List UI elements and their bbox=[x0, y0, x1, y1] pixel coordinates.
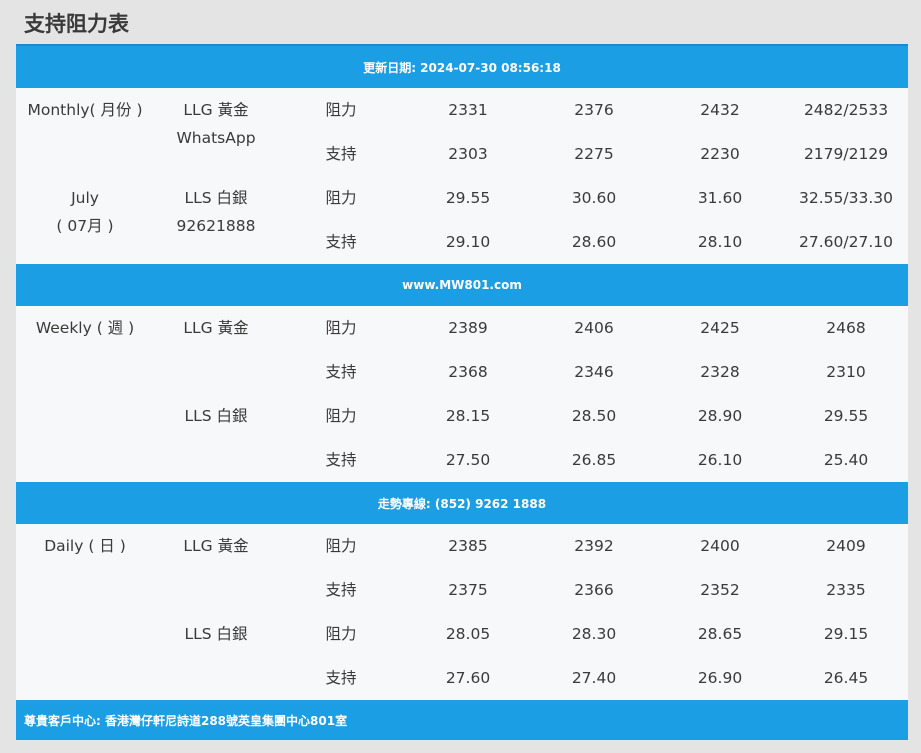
value-cell: 26.85 bbox=[571, 451, 617, 469]
value-cell: 26.10 bbox=[697, 451, 743, 469]
value-cell: 27.60/27.10 bbox=[799, 233, 893, 251]
value-cell: 28.50 bbox=[571, 407, 617, 425]
resistance-label: 阻力 bbox=[325, 625, 357, 643]
value-cell: 2346 bbox=[574, 363, 614, 381]
value-cell: 28.30 bbox=[571, 625, 617, 643]
monthly-month-zh-label: ( 07月 ) bbox=[56, 217, 114, 235]
value-cell: 32.55/33.30 bbox=[799, 189, 893, 207]
support-label: 支持 bbox=[325, 363, 357, 381]
monthly-llg-label: LLG 黃金 bbox=[183, 101, 249, 119]
resistance-label: 阻力 bbox=[325, 537, 357, 555]
value-cell: 28.60 bbox=[571, 233, 617, 251]
value-cell: 28.10 bbox=[697, 233, 743, 251]
resistance-label: 阻力 bbox=[325, 189, 357, 207]
daily-section: Daily ( 日 ) LLG 黃金 LLS 白銀 阻力 2385 2392 2… bbox=[16, 524, 908, 700]
monthly-lls-label: LLS 白銀 bbox=[184, 189, 248, 207]
weekly-lls-label: LLS 白銀 bbox=[184, 407, 248, 425]
value-cell: 2352 bbox=[700, 581, 740, 599]
value-cell: 2406 bbox=[574, 319, 614, 337]
weekly-section: Weekly ( 週 ) LLG 黃金 LLS 白銀 阻力 2389 2406 … bbox=[16, 306, 908, 482]
value-cell: 2432 bbox=[700, 101, 740, 119]
value-cell: 2385 bbox=[448, 537, 488, 555]
value-cell: 2425 bbox=[700, 319, 740, 337]
value-cell: 2400 bbox=[700, 537, 740, 555]
value-cell: 28.65 bbox=[697, 625, 743, 643]
weekly-llg-label: LLG 黃金 bbox=[183, 319, 249, 337]
value-cell: 28.05 bbox=[445, 625, 491, 643]
support-label: 支持 bbox=[325, 581, 357, 599]
value-cell: 2376 bbox=[574, 101, 614, 119]
support-label: 支持 bbox=[325, 233, 357, 251]
value-cell: 2331 bbox=[448, 101, 488, 119]
resistance-label: 阻力 bbox=[325, 407, 357, 425]
whatsapp-phone: 92621888 bbox=[176, 217, 256, 235]
support-label: 支持 bbox=[325, 451, 357, 469]
resistance-label: 阻力 bbox=[325, 319, 357, 337]
support-label: 支持 bbox=[325, 145, 357, 163]
value-cell: 26.45 bbox=[823, 669, 869, 687]
page-title: 支持阻力表 bbox=[24, 12, 129, 36]
value-cell: 29.55 bbox=[445, 189, 491, 207]
weekly-period-label: Weekly ( 週 ) bbox=[35, 319, 135, 337]
value-cell: 26.90 bbox=[697, 669, 743, 687]
value-cell: 30.60 bbox=[571, 189, 617, 207]
value-cell: 29.55 bbox=[823, 407, 869, 425]
support-resistance-table: 更新日期: 2024-07-30 08:56:18 Monthly( 月份 ) … bbox=[16, 44, 908, 740]
daily-period-label: Daily ( 日 ) bbox=[44, 537, 126, 555]
value-cell: 2375 bbox=[448, 581, 488, 599]
hotline-banner: 走勢專線: (852) 9262 1888 bbox=[16, 482, 908, 524]
resistance-label: 阻力 bbox=[325, 101, 357, 119]
daily-lls-label: LLS 白銀 bbox=[184, 625, 248, 643]
value-cell: 28.90 bbox=[697, 407, 743, 425]
value-cell: 31.60 bbox=[697, 189, 743, 207]
website-banner[interactable]: www.MW801.com bbox=[16, 264, 908, 306]
value-cell: 2230 bbox=[700, 145, 740, 163]
value-cell: 27.50 bbox=[445, 451, 491, 469]
value-cell: 2366 bbox=[574, 581, 614, 599]
value-cell: 2335 bbox=[826, 581, 866, 599]
value-cell: 29.15 bbox=[823, 625, 869, 643]
whatsapp-label: WhatsApp bbox=[176, 129, 256, 147]
value-cell: 2409 bbox=[826, 537, 866, 555]
support-label: 支持 bbox=[325, 669, 357, 687]
value-cell: 28.15 bbox=[445, 407, 491, 425]
value-cell: 2368 bbox=[448, 363, 488, 381]
value-cell: 2392 bbox=[574, 537, 614, 555]
address-footer-banner: 尊貴客戶中心: 香港灣仔軒尼詩道288號英皇集團中心801室 bbox=[16, 700, 908, 740]
monthly-period-label: Monthly( 月份 ) bbox=[27, 101, 143, 119]
value-cell: 2468 bbox=[826, 319, 866, 337]
monthly-month-label: July bbox=[71, 189, 99, 207]
value-cell: 2303 bbox=[448, 145, 488, 163]
value-cell: 2275 bbox=[574, 145, 614, 163]
value-cell: 25.40 bbox=[823, 451, 869, 469]
update-date-banner: 更新日期: 2024-07-30 08:56:18 bbox=[16, 46, 908, 88]
value-cell: 27.40 bbox=[571, 669, 617, 687]
value-cell: 29.10 bbox=[445, 233, 491, 251]
value-cell: 2179/2129 bbox=[803, 145, 889, 163]
value-cell: 2389 bbox=[448, 319, 488, 337]
daily-llg-label: LLG 黃金 bbox=[183, 537, 249, 555]
value-cell: 2328 bbox=[700, 363, 740, 381]
monthly-section: Monthly( 月份 ) July ( 07月 ) LLG 黃金 WhatsA… bbox=[16, 88, 908, 264]
value-cell: 27.60 bbox=[445, 669, 491, 687]
value-cell: 2482/2533 bbox=[803, 101, 889, 119]
value-cell: 2310 bbox=[826, 363, 866, 381]
